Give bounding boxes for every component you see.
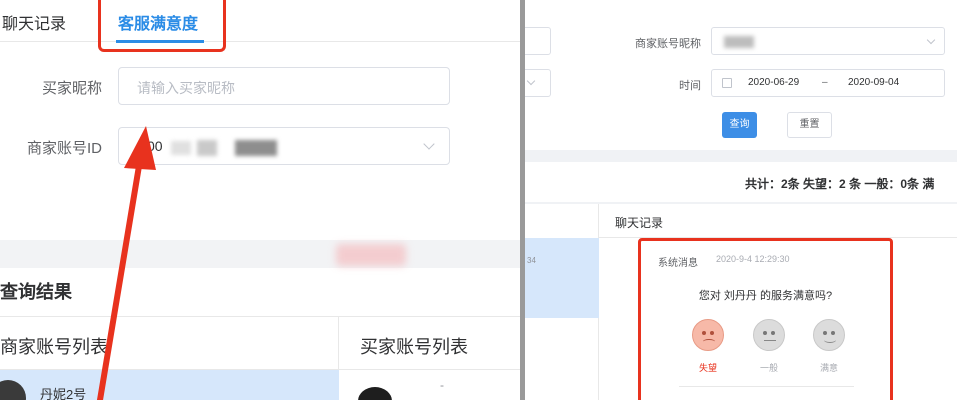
redacted-merchant-id: [235, 140, 277, 156]
merchant-id-label: 商家账号ID: [26, 140, 102, 157]
buyer-meta: -: [440, 378, 444, 392]
mouth: [824, 337, 836, 343]
mouth: [764, 340, 776, 345]
option-average[interactable]: 一般: [749, 361, 789, 374]
buyer-nick-placeholder: 请输入买家昵称: [137, 80, 235, 96]
merchant-nick-label: 商家账号昵称: [635, 38, 701, 50]
divider: [679, 386, 854, 387]
tab-chat-records[interactable]: 聊天记录: [2, 10, 66, 34]
left-panel: 聊天记录 客服满意度 买家昵称 请输入买家昵称 商家账号ID 00 查询结果 商…: [0, 0, 520, 400]
cropped-select[interactable]: [525, 69, 551, 97]
query-button[interactable]: 查询: [722, 112, 757, 138]
date-start: 2020-06-29: [748, 77, 800, 88]
eye: [831, 331, 835, 335]
time-label: 时间: [679, 80, 701, 92]
buyer-list-header: 买家账号列表: [360, 337, 468, 357]
eye: [710, 331, 714, 335]
list-header: 商家账号列表 买家账号列表: [0, 316, 520, 400]
tab-bar: 聊天记录 客服满意度: [0, 0, 520, 43]
right-panel: 商家账号昵称 时间 2020-06-29 – 2020-09-04 查询 重置 …: [525, 0, 957, 400]
sad-face-icon[interactable]: [692, 319, 724, 351]
message-time: 2020-9-4 12:29:30: [716, 254, 790, 264]
date-separator: –: [822, 77, 828, 88]
merchant-id-select[interactable]: 00: [118, 127, 450, 165]
eye: [823, 331, 827, 335]
cropped-input[interactable]: [525, 27, 551, 55]
eye: [771, 331, 775, 335]
date-range-picker[interactable]: 2020-06-29 – 2020-09-04: [711, 69, 945, 97]
chevron-down-icon: [926, 35, 936, 45]
option-satisfied[interactable]: 满意: [809, 361, 849, 374]
reset-button[interactable]: 重置: [787, 112, 832, 138]
chat-records-header: 聊天记录: [615, 216, 664, 230]
smile-face-icon[interactable]: [813, 319, 845, 351]
neutral-face-icon[interactable]: [753, 319, 785, 351]
calendar-icon: [722, 78, 732, 88]
highlight-box-tab: [98, 0, 226, 52]
mouth: [703, 339, 715, 344]
redacted-merchant-nick: [724, 36, 754, 48]
filter-card: 商家账号昵称 时间 2020-06-29 – 2020-09-04 查询 重置: [525, 0, 957, 150]
message-sender: 系统消息: [658, 258, 698, 269]
buyer-nick-label: 买家昵称: [41, 80, 102, 97]
satisfaction-message: 系统消息 2020-9-4 12:29:30 您对 刘丹丹 的服务满意吗? 失望…: [638, 238, 893, 400]
redacted-merchant-id: [171, 141, 191, 155]
buyer-nick-input[interactable]: 请输入买家昵称: [118, 67, 450, 105]
results-title: 查询结果: [0, 282, 72, 302]
summary-bar: 共计：2条 失望：2 条 一般：0条 满: [525, 162, 957, 202]
section-gap: [0, 240, 520, 268]
merchant-nick-select[interactable]: [711, 27, 945, 55]
summary-text: 共计：2条 失望：2 条 一般：0条 满: [745, 177, 935, 191]
redacted-merchant-id: [197, 140, 217, 156]
redacted-mark: [336, 244, 406, 266]
eye: [763, 331, 767, 335]
merchant-list-header: 商家账号列表: [0, 337, 108, 357]
merchant-name: 丹妮2号: [40, 387, 87, 400]
date-end: 2020-09-04: [848, 77, 900, 88]
session-stamp: 34: [527, 256, 536, 265]
merchant-id-value: 00: [147, 138, 163, 154]
eye: [702, 331, 706, 335]
chevron-down-icon[interactable]: [423, 138, 435, 150]
message-question: 您对 刘丹丹 的服务满意吗?: [698, 290, 833, 302]
session-list-item[interactable]: [525, 238, 599, 318]
option-disappointed[interactable]: 失望: [688, 361, 728, 374]
chevron-down-icon: [526, 76, 536, 86]
